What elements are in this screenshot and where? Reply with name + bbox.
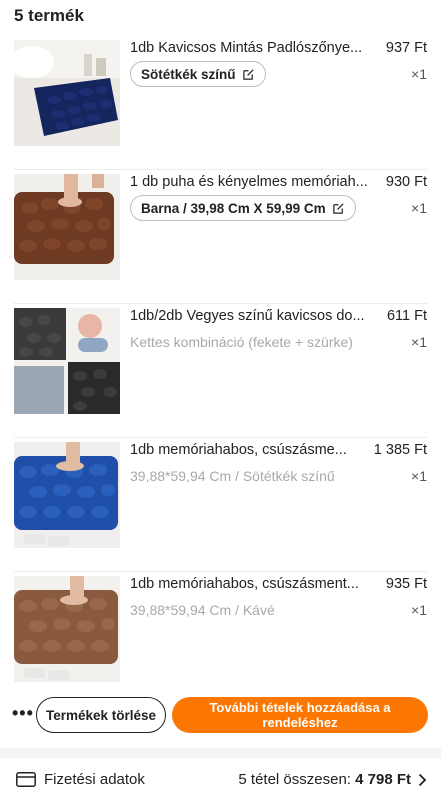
add-more-items-button[interactable]: További tételek hozzáadása a rendeléshez [172,697,428,733]
product-image[interactable] [14,442,120,548]
order-total-value: 4 798 Ft [355,771,411,788]
product-item[interactable]: 1db memóriahabos, csúszásment... 935 Ft … [0,572,441,706]
product-title[interactable]: 1db/2db Vegyes színű kavicsos do... [130,306,378,326]
quantity[interactable]: ×1 [411,66,427,82]
product-title[interactable]: 1db memóriahabos, csúszásme... [130,440,378,460]
product-item[interactable]: 1db memóriahabos, csúszásme... 1 385 Ft … [0,438,441,572]
edit-icon [242,68,254,80]
payment-details-label: Fizetési adatok [44,771,145,788]
section-separator [0,748,441,758]
product-image[interactable] [14,308,120,414]
more-options-icon[interactable]: ••• [12,703,34,724]
product-price: 930 Ft [385,174,427,190]
cart-actions: ••• Termékek törlése További tételek hoz… [0,695,441,737]
quantity[interactable]: ×1 [411,602,427,618]
item-count-heading: 5 termék [14,6,84,25]
quantity[interactable]: ×1 [411,468,427,484]
payment-summary-bar[interactable]: Fizetési adatok 5 tétel összesen: 4 798 … [0,758,441,800]
product-title[interactable]: 1 db puha és kényelmes memóriah... [130,172,378,192]
product-price: 1 385 Ft [373,442,427,458]
product-image[interactable] [14,576,120,682]
product-item[interactable]: 1db Kavicsos Mintás Padlószőnye... 937 F… [0,36,441,170]
product-item[interactable]: 1 db puha és kényelmes memóriah... 930 F… [0,170,441,304]
variant-selector[interactable]: Sötétkék színű [130,61,266,87]
credit-card-icon [16,772,36,787]
product-image[interactable] [14,174,120,280]
product-image[interactable] [14,40,120,146]
variant-label: Kettes kombináció (fekete + szürke) [130,334,353,350]
variant-selector[interactable]: Barna / 39,98 Cm X 59,99 Cm [130,195,356,221]
order-total-prefix: 5 tétel összesen: [238,771,356,788]
variant-label: Sötétkék színű [141,66,236,82]
product-price: 935 Ft [385,576,427,592]
product-item[interactable]: 1db/2db Vegyes színű kavicsos do... 611 … [0,304,441,438]
chevron-right-icon[interactable] [418,773,427,787]
product-title[interactable]: 1db memóriahabos, csúszásment... [130,574,378,594]
quantity[interactable]: ×1 [411,334,427,350]
order-total: 5 tétel összesen: 4 798 Ft [238,771,411,788]
product-title[interactable]: 1db Kavicsos Mintás Padlószőnye... [130,38,378,58]
product-price: 937 Ft [385,40,427,56]
product-price: 611 Ft [386,308,427,324]
delete-items-button[interactable]: Termékek törlése [36,697,166,733]
variant-label: 39,88*59,94 Cm / Kávé [130,602,275,618]
variant-label: 39,88*59,94 Cm / Sötétkék színű [130,468,335,484]
product-list: 1db Kavicsos Mintás Padlószőnye... 937 F… [0,36,441,706]
quantity[interactable]: ×1 [411,200,427,216]
cart-page: 5 termék 1db Kavicsos Mintás Padlószőnye… [0,0,441,800]
variant-label: Barna / 39,98 Cm X 59,99 Cm [141,200,326,216]
edit-icon [332,202,344,214]
